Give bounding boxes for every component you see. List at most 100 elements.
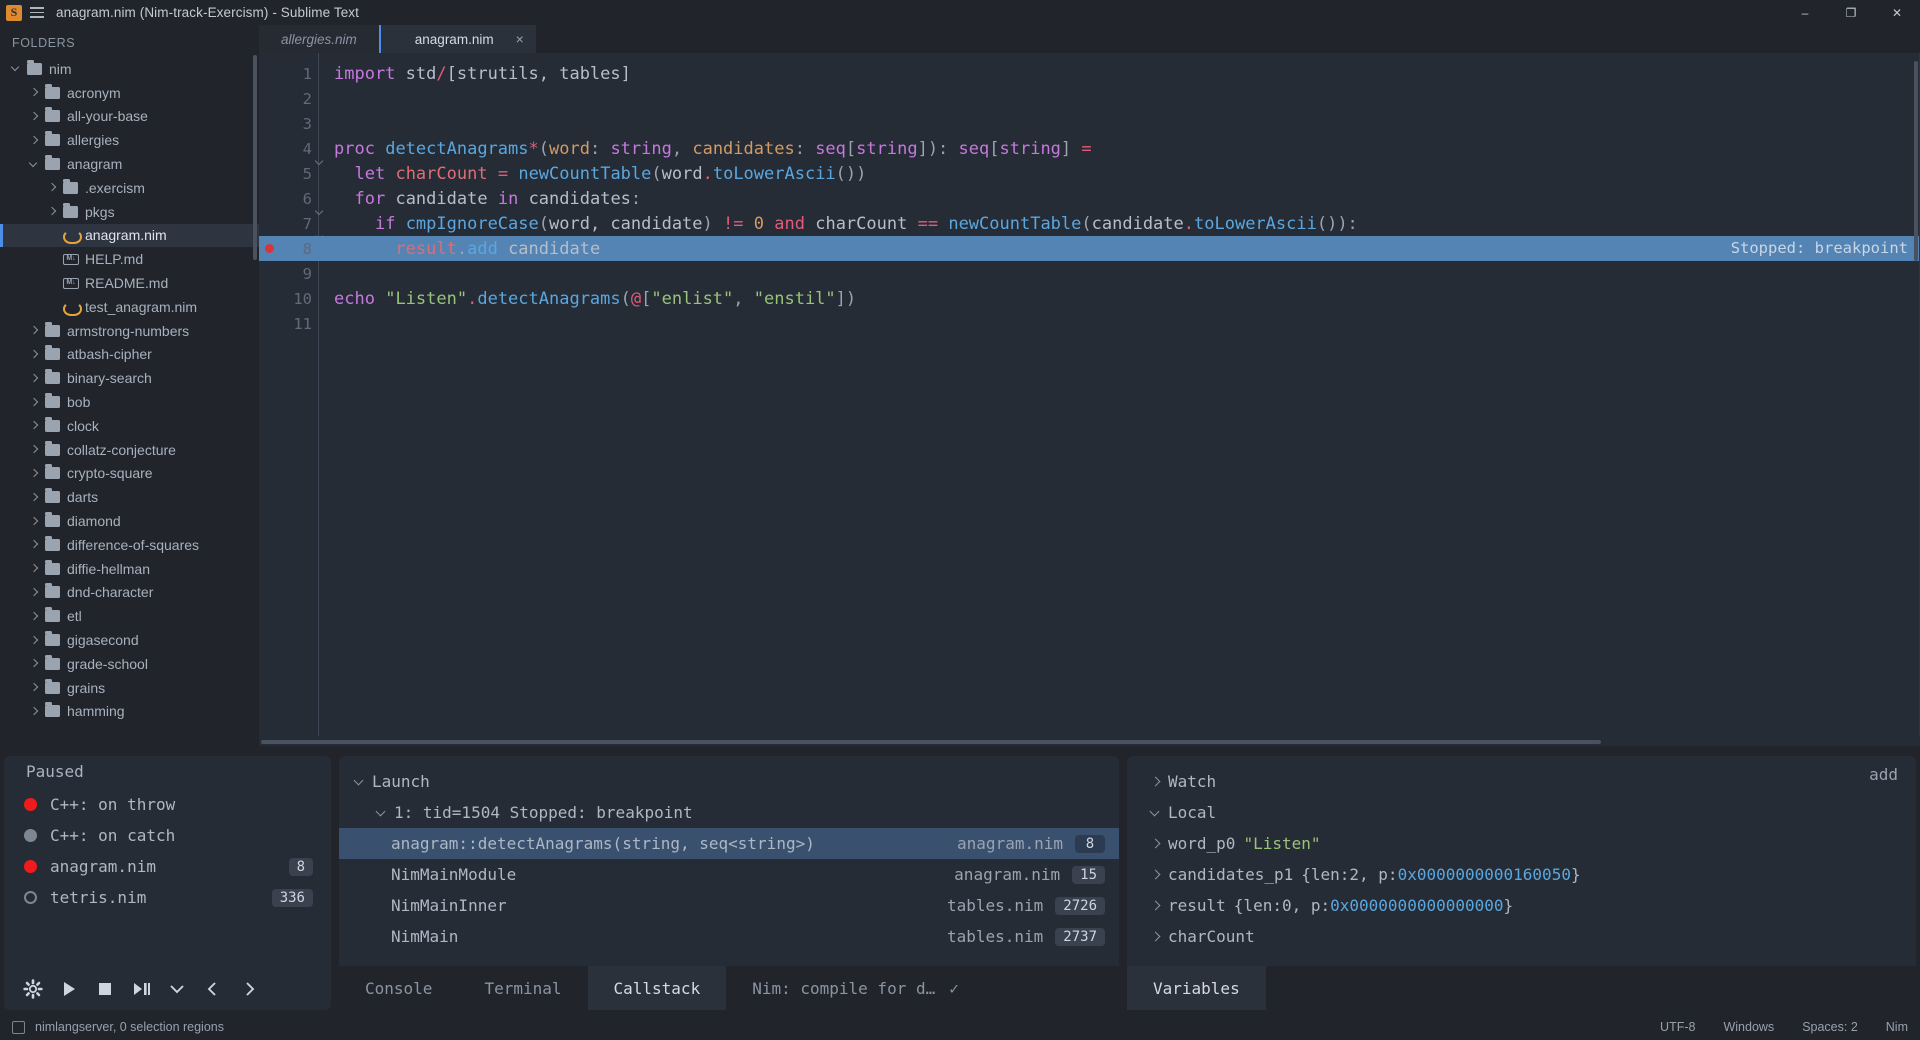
chevron-right-icon[interactable] [28,419,41,432]
sidebar-item-atbash-cipher[interactable]: atbash-cipher [0,343,259,367]
chevron-right-icon[interactable] [28,657,41,670]
sidebar-item-clock[interactable]: clock [0,414,259,438]
callstack-root[interactable]: Launch [339,766,1119,797]
chevron-right-icon[interactable] [28,372,41,385]
sidebar-item-pkgs[interactable]: pkgs [0,200,259,224]
editor-vertical-scrollbar[interactable] [1914,61,1918,261]
check-icon[interactable]: ✓ [949,979,959,998]
tab-anagram-nim[interactable]: anagram.nim × [378,25,536,53]
breakpoint-gutter[interactable] [259,244,279,253]
sidebar-item-all-your-base[interactable]: all-your-base [0,105,259,129]
sidebar-item-binary-search[interactable]: binary-search [0,366,259,390]
chevron-down-icon[interactable] [1149,806,1162,819]
chevron-down-icon[interactable] [28,158,41,171]
maximize-button[interactable]: ❐ [1828,0,1874,25]
chevron-right-icon[interactable] [1149,899,1162,912]
editor-horizontal-scrollbar[interactable] [259,736,1920,746]
variable-row[interactable]: result {len:0, p:0x0000000000000000} [1127,890,1916,921]
chevron-right-icon[interactable] [28,110,41,123]
chevron-right-icon[interactable] [28,610,41,623]
status-indentation[interactable]: Spaces: 2 [1802,1020,1858,1034]
chevron-right-icon[interactable] [28,705,41,718]
sidebar-item-hamming[interactable]: hamming [0,700,259,724]
tab-variables[interactable]: Variables [1127,966,1266,1010]
debug-tab-callstack[interactable]: Callstack [587,966,727,1010]
chevron-right-icon[interactable] [28,538,41,551]
chevron-right-icon[interactable] [28,396,41,409]
chevron-right-icon[interactable] [28,467,41,480]
sidebar-item-diamond[interactable]: diamond [0,509,259,533]
sidebar-item-anagram-nim[interactable]: anagram.nim [0,223,259,248]
step-over-icon[interactable] [126,974,156,1004]
variable-row[interactable]: word_p0 "Listen" [1127,828,1916,859]
sidebar-item-collatz-conjecture[interactable]: collatz-conjecture [0,438,259,462]
sidebar-scrollbar[interactable] [253,55,257,260]
add-watch-button[interactable]: add [1869,765,1898,784]
chevron-right-icon[interactable] [28,443,41,456]
breakpoint-icon[interactable] [264,244,274,253]
breakpoint-row[interactable]: tetris.nim 336 [4,882,331,913]
sidebar-item-anagram[interactable]: anagram [0,152,259,176]
callstack-frame-row[interactable]: NimMainInner tables.nim 2726 [339,890,1119,921]
sidebar-item-dnd-character[interactable]: dnd-character [0,581,259,605]
chevron-right-icon[interactable] [28,681,41,694]
sidebar-item-crypto-square[interactable]: crypto-square [0,462,259,486]
chevron-right-icon[interactable] [28,634,41,647]
sidebar-item-nim[interactable]: nim [0,57,259,81]
breakpoint-state-icon[interactable] [24,829,37,842]
step-into-chevron-down-icon[interactable] [162,974,192,1004]
close-button[interactable]: ✕ [1874,0,1920,25]
chevron-right-icon[interactable] [1149,837,1162,850]
debug-tab-nim-compile-for-d[interactable]: Nim: compile for d… ✓ [726,966,985,1010]
chevron-right-icon[interactable] [28,586,41,599]
stop-icon[interactable] [90,974,120,1004]
sidebar-item-bob[interactable]: bob [0,390,259,414]
callstack-frame-row[interactable]: NimMain tables.nim 2737 [339,921,1119,952]
chevron-right-icon[interactable] [28,324,41,337]
settings-gear-icon[interactable] [18,974,48,1004]
breakpoint-row[interactable]: anagram.nim 8 [4,851,331,882]
sidebar-item-readme-md[interactable]: M↓ README.md [0,271,259,295]
breakpoint-row[interactable]: C++: on throw [4,789,331,820]
sidebar-item-grade-school[interactable]: grade-school [0,652,259,676]
sidebar-item-help-md[interactable]: M↓ HELP.md [0,247,259,271]
chevron-right-icon[interactable] [1149,868,1162,881]
chevron-right-icon[interactable] [28,562,41,575]
chevron-right-icon[interactable] [28,515,41,528]
chevron-right-icon[interactable] [1149,775,1162,788]
sidebar-item-exercism[interactable]: .exercism [0,176,259,200]
play-continue-icon[interactable] [54,974,84,1004]
sidebar-item-test-anagram-nim[interactable]: test_anagram.nim [0,295,259,319]
breakpoint-state-icon[interactable] [24,891,37,904]
chevron-right-icon[interactable] [46,205,59,218]
breakpoint-state-icon[interactable] [24,860,37,873]
variable-row[interactable]: candidates_p1 {len:2, p:0x000000000016005… [1127,859,1916,890]
chevron-right-icon[interactable] [28,86,41,99]
callstack-frame-row[interactable]: anagram::detectAnagrams(string, seq<stri… [339,828,1119,859]
variable-row[interactable]: charCount [1127,921,1916,952]
sidebar-item-allergies[interactable]: allergies [0,128,259,152]
debug-tab-console[interactable]: Console [339,966,458,1010]
sidebar-item-difference-of-squares[interactable]: difference-of-squares [0,533,259,557]
debug-tab-terminal[interactable]: Terminal [458,966,587,1010]
sidebar-item-acronym[interactable]: acronym [0,81,259,105]
status-line-endings[interactable]: Windows [1723,1020,1774,1034]
sidebar-item-diffie-hellman[interactable]: diffie-hellman [0,557,259,581]
chevron-right-icon[interactable] [28,348,41,361]
tab-close-icon[interactable]: × [516,32,524,46]
menu-hamburger-icon[interactable] [30,5,46,21]
status-encoding[interactable]: UTF-8 [1660,1020,1695,1034]
chevron-down-icon[interactable] [10,62,23,75]
chevron-right-icon[interactable] [28,134,41,147]
tab-allergies-nim[interactable]: allergies.nim [259,25,379,53]
callstack-frame-row[interactable]: NimMainModule anagram.nim 15 [339,859,1119,890]
sidebar-item-armstrong-numbers[interactable]: armstrong-numbers [0,319,259,343]
chevron-right-icon[interactable] [1149,930,1162,943]
variables-section-watch[interactable]: Watch [1127,766,1916,797]
status-syntax[interactable]: Nim [1886,1020,1908,1034]
chevron-down-icon[interactable] [375,806,388,819]
code-editor[interactable]: 1 import std/[strutils, tables] 2 3 4 pr… [259,53,1920,746]
sidebar-item-gigasecond[interactable]: gigasecond [0,628,259,652]
chevron-down-icon[interactable] [353,775,366,788]
step-back-chevron-left-icon[interactable] [198,974,228,1004]
